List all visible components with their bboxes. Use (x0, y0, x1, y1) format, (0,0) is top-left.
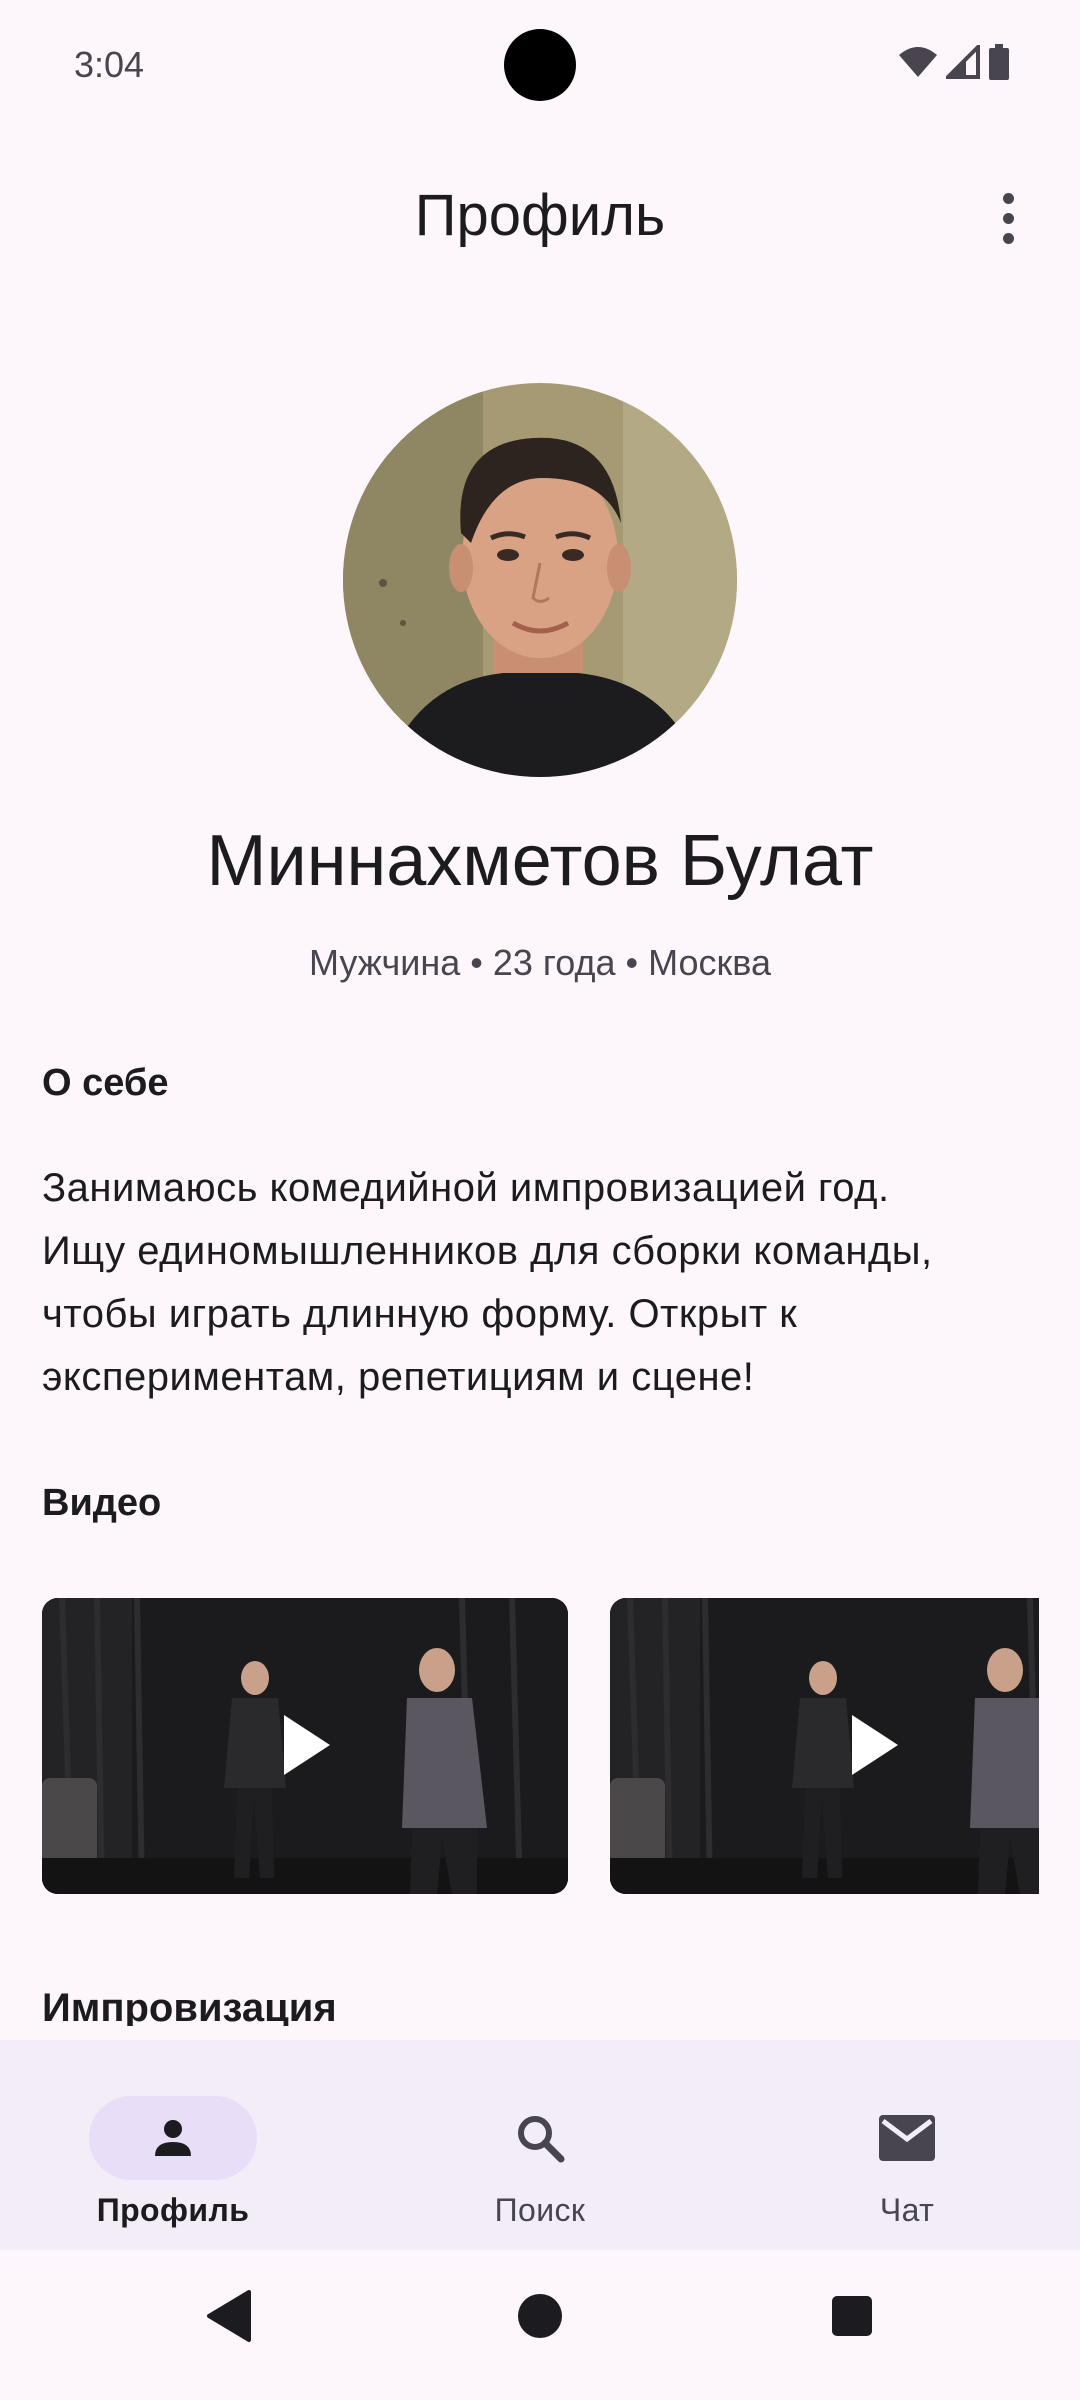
nav-label-profile: Профиль (96, 2192, 250, 2228)
about-line: Ищу единомышленников для сборки команды, (42, 1229, 933, 1273)
status-icons (898, 44, 1010, 80)
bottom-navigation: Профиль Поиск Чат (0, 2040, 1080, 2250)
nav-label-search: Поиск (494, 2192, 586, 2228)
video-thumbnail[interactable] (610, 1598, 1039, 1894)
about-title: О себе (42, 1062, 169, 1104)
video-list[interactable] (42, 1598, 1039, 1894)
top-app-bar: Профиль (0, 160, 1080, 270)
status-time: 3:04 (74, 44, 145, 85)
back-icon[interactable] (205, 2288, 253, 2344)
videos-title: Видео (42, 1482, 162, 1524)
wifi-icon (899, 47, 937, 77)
recents-icon[interactable] (828, 2288, 876, 2344)
status-bar: 3:04 (0, 0, 1080, 132)
mail-icon (879, 2115, 935, 2161)
more-options-button[interactable] (976, 186, 1040, 250)
nav-label-chat: Чат (879, 2192, 935, 2228)
about-line: чтобы играть длинную форму. Открыт к (42, 1292, 798, 1336)
signal-icon (946, 45, 980, 79)
page-title: Профиль (414, 183, 666, 248)
about-text: Занимаюсь комедийной импровизацией год. … (42, 1157, 1052, 1409)
about-line: Занимаюсь комедийной импровизацией год. (42, 1166, 890, 1210)
play-icon (284, 1715, 330, 1775)
home-icon[interactable] (516, 2288, 564, 2344)
improvisation-title: Импровизация (42, 1986, 337, 2026)
about-line: экспериментам, репетициям и сцене! (42, 1355, 755, 1399)
nav-item-search[interactable]: Поиск (420, 2096, 660, 2229)
play-icon (852, 1715, 898, 1775)
search-icon (518, 2116, 565, 2163)
avatar (343, 383, 737, 777)
nav-item-profile[interactable]: Профиль (53, 2096, 293, 2229)
nav-active-indicator (89, 2096, 257, 2180)
person-icon (155, 2120, 191, 2156)
video-thumbnail[interactable] (42, 1598, 568, 1894)
nav-item-chat[interactable]: Чат (787, 2096, 1027, 2229)
camera-cutout (504, 29, 576, 101)
battery-icon (989, 44, 1009, 80)
system-navigation-bar (0, 2250, 1080, 2400)
more-vert-icon (1002, 192, 1014, 204)
profile-meta: Мужчина • 23 года • Москва (308, 942, 771, 983)
profile-name: Миннахметов Булат (206, 821, 874, 901)
